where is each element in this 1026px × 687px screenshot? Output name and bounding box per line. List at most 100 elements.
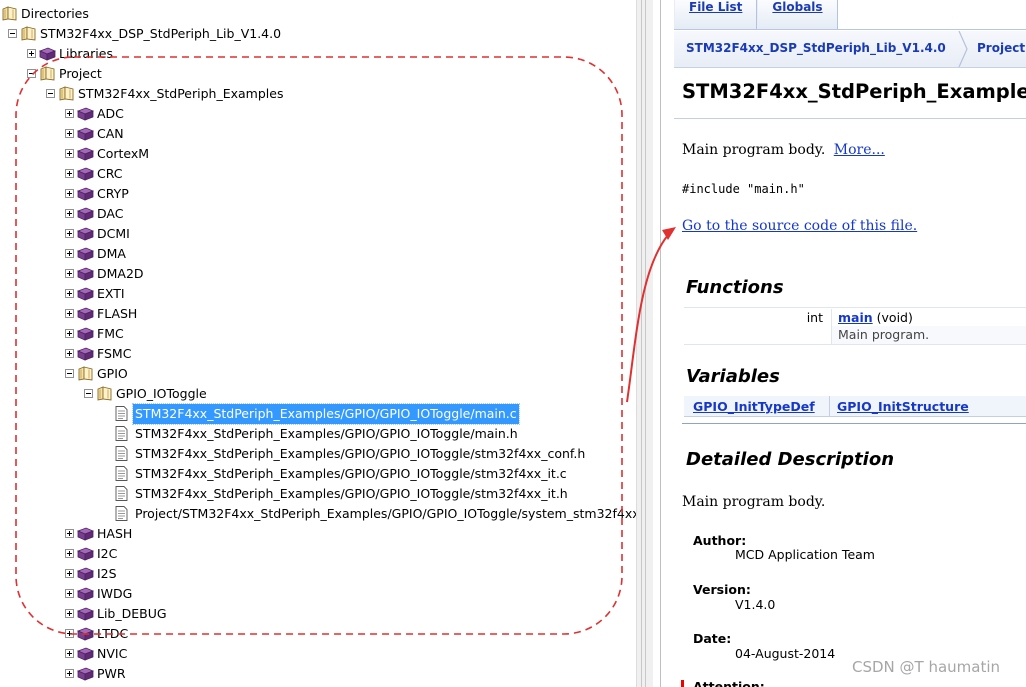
- expand-toggle-icon[interactable]: [65, 569, 74, 578]
- expand-toggle-icon[interactable]: [65, 169, 74, 178]
- expand-toggle-icon[interactable]: [65, 529, 74, 538]
- tree-folder-item[interactable]: DMA2D: [0, 264, 636, 284]
- tree-folder-item[interactable]: Libraries: [0, 44, 636, 64]
- tree-folder-item[interactable]: EXTI: [0, 284, 636, 304]
- collapse-toggle-icon[interactable]: [46, 89, 55, 98]
- expand-toggle-icon[interactable]: [65, 189, 74, 198]
- tree-item-label: STM32F4xx_StdPeriph_Examples/GPIO/GPIO_I…: [135, 446, 586, 461]
- variables-heading: Variables: [686, 366, 780, 387]
- tree-folder-item[interactable]: DMA: [0, 244, 636, 264]
- expand-toggle-icon[interactable]: [65, 109, 74, 118]
- var-name-link[interactable]: GPIO_InitStructure: [837, 399, 969, 414]
- collapse-toggle-icon[interactable]: [65, 369, 74, 378]
- tree-folder-item[interactable]: FMC: [0, 324, 636, 344]
- tree-item-label: NVIC: [97, 646, 128, 661]
- tab-file-list[interactable]: File List: [674, 0, 758, 30]
- breadcrumb-item-project[interactable]: Project: [977, 41, 1025, 55]
- tree-folder-item[interactable]: STM32F4xx_StdPeriph_Examples: [0, 84, 636, 104]
- tree-folder-item[interactable]: HASH: [0, 524, 636, 544]
- tree-folder-item[interactable]: I2S: [0, 564, 636, 584]
- tree-item-label: FMC: [97, 326, 124, 341]
- author-label: Author:: [693, 533, 747, 548]
- expand-toggle-icon[interactable]: [65, 589, 74, 598]
- tab-globals[interactable]: Globals: [757, 0, 838, 30]
- expand-toggle-icon[interactable]: [65, 249, 74, 258]
- expand-toggle-icon[interactable]: [65, 609, 74, 618]
- detailed-heading: Detailed Description: [686, 449, 895, 470]
- tree-file-item[interactable]: Project/STM32F4xx_StdPeriph_Examples/GPI…: [0, 504, 636, 524]
- expand-toggle-icon[interactable]: [65, 209, 74, 218]
- tree-folder-item[interactable]: FLASH: [0, 304, 636, 324]
- documentation-pane: File List Globals STM32F4xx_DSP_StdPerip…: [660, 0, 1026, 687]
- more-link[interactable]: More...: [834, 142, 885, 158]
- expand-toggle-icon[interactable]: [65, 309, 74, 318]
- tree-folder-item[interactable]: GPIO: [0, 364, 636, 384]
- collapse-toggle-icon[interactable]: [8, 29, 17, 38]
- tree-folder-item[interactable]: CRYP: [0, 184, 636, 204]
- directory-tree[interactable]: Directories STM32F4xx_DSP_StdPeriph_Lib_V…: [0, 0, 636, 687]
- expand-toggle-icon[interactable]: [65, 329, 74, 338]
- tree-folder-item[interactable]: Project: [0, 64, 636, 84]
- tree-folder-item[interactable]: CRC: [0, 164, 636, 184]
- tree-item-label: EXTI: [97, 286, 125, 301]
- version-value: V1.4.0: [735, 597, 776, 612]
- tree-item-label: CAN: [97, 126, 124, 141]
- tree-item-label: STM32F4xx_StdPeriph_Examples/GPIO/GPIO_I…: [132, 403, 520, 425]
- expand-toggle-icon[interactable]: [65, 229, 74, 238]
- include-line: #include "main.h": [682, 182, 805, 196]
- tree-item-label: I2S: [97, 566, 117, 581]
- tree-folder-item[interactable]: DAC: [0, 204, 636, 224]
- tree-folder-item[interactable]: DCMI: [0, 224, 636, 244]
- breadcrumb: STM32F4xx_DSP_StdPeriph_Lib_V1.4.0 Proje…: [674, 31, 1026, 68]
- version-label: Version:: [693, 582, 751, 597]
- tree-folder-item[interactable]: PWR: [0, 664, 636, 684]
- collapse-toggle-icon[interactable]: [27, 69, 36, 78]
- tree-item-label: FSMC: [97, 346, 132, 361]
- tree-item-label: Project/STM32F4xx_StdPeriph_Examples/GPI…: [135, 506, 636, 521]
- tree-folder-item[interactable]: CAN: [0, 124, 636, 144]
- tree-file-item[interactable]: STM32F4xx_StdPeriph_Examples/GPIO/GPIO_I…: [0, 444, 636, 464]
- expand-toggle-icon[interactable]: [65, 649, 74, 658]
- tree-file-item[interactable]: STM32F4xx_StdPeriph_Examples/GPIO/GPIO_I…: [0, 484, 636, 504]
- var-type-link[interactable]: GPIO_InitTypeDef: [693, 399, 815, 414]
- source-code-link[interactable]: Go to the source code of this file.: [682, 218, 917, 234]
- variable-row: GPIO_InitTypeDef GPIO_InitStructure: [684, 396, 1026, 417]
- tree-folder-item[interactable]: IWDG: [0, 584, 636, 604]
- tree-item-label: DMA: [97, 246, 126, 261]
- expand-toggle-icon[interactable]: [65, 349, 74, 358]
- expand-toggle-icon[interactable]: [65, 129, 74, 138]
- tree-folder-item[interactable]: NVIC: [0, 644, 636, 664]
- expand-toggle-icon[interactable]: [65, 629, 74, 638]
- collapse-toggle-icon[interactable]: [84, 389, 93, 398]
- pane-splitter[interactable]: [636, 0, 653, 687]
- expand-toggle-icon[interactable]: [65, 289, 74, 298]
- tree-folder-item[interactable]: Directories: [0, 4, 636, 24]
- tree-folder-item[interactable]: I2C: [0, 544, 636, 564]
- tree-file-item[interactable]: STM32F4xx_StdPeriph_Examples/GPIO/GPIO_I…: [0, 403, 636, 425]
- tree-file-item[interactable]: STM32F4xx_StdPeriph_Examples/GPIO/GPIO_I…: [0, 424, 636, 444]
- expand-toggle-icon[interactable]: [27, 49, 36, 58]
- tree-item-label: DCMI: [97, 226, 130, 241]
- tree-folder-item[interactable]: LTDC: [0, 624, 636, 644]
- tree-folder-item[interactable]: CortexM: [0, 144, 636, 164]
- tree-item-label: STM32F4xx_DSP_StdPeriph_Lib_V1.4.0: [40, 26, 282, 41]
- tree-item-label: STM32F4xx_StdPeriph_Examples: [78, 86, 284, 101]
- expand-toggle-icon[interactable]: [65, 149, 74, 158]
- expand-toggle-icon[interactable]: [65, 549, 74, 558]
- tree-item-label: CRC: [97, 166, 123, 181]
- tree-folder-item[interactable]: GPIO_IOToggle: [0, 384, 636, 404]
- func-main-link[interactable]: main: [838, 310, 873, 325]
- expand-toggle-icon[interactable]: [65, 669, 74, 678]
- tree-folder-item[interactable]: ADC: [0, 104, 636, 124]
- tree-folder-item[interactable]: FSMC: [0, 344, 636, 364]
- tree-file-item[interactable]: STM32F4xx_StdPeriph_Examples/GPIO/GPIO_I…: [0, 464, 636, 484]
- tree-item-label: ADC: [97, 106, 124, 121]
- breadcrumb-item-lib[interactable]: STM32F4xx_DSP_StdPeriph_Lib_V1.4.0: [686, 41, 946, 55]
- tree-item-label: CortexM: [97, 146, 150, 161]
- expand-toggle-icon[interactable]: [65, 269, 74, 278]
- tree-folder-item[interactable]: Lib_DEBUG: [0, 604, 636, 624]
- tree-folder-item[interactable]: STM32F4xx_DSP_StdPeriph_Lib_V1.4.0: [0, 24, 636, 44]
- tree-item-label: GPIO: [97, 366, 128, 381]
- tree-item-label: Directories: [21, 6, 89, 21]
- attention-marker: [681, 680, 684, 687]
